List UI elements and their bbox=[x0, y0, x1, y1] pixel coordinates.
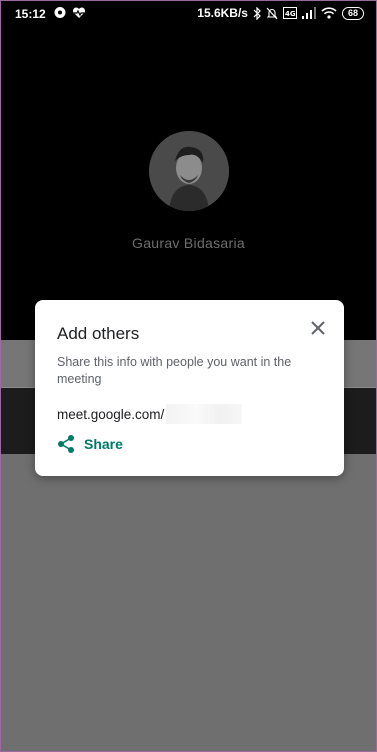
bluetooth-icon bbox=[253, 6, 261, 20]
close-icon[interactable] bbox=[306, 316, 330, 340]
signal-icon bbox=[301, 7, 316, 19]
dialog-description: Share this info with people you want in … bbox=[57, 355, 292, 386]
meeting-link-text: meet.google.com/ bbox=[57, 406, 165, 422]
dimmed-background bbox=[1, 454, 376, 751]
mute-bell-icon bbox=[266, 7, 278, 19]
battery-indicator: 68 bbox=[341, 6, 364, 20]
share-button[interactable]: Share bbox=[57, 434, 123, 454]
wifi-icon bbox=[321, 7, 337, 19]
add-others-dialog: Add others Share this info with people y… bbox=[35, 300, 344, 476]
meeting-link[interactable]: meet.google.com/ bbox=[57, 404, 243, 424]
caller-name: Gaurav Bidasaria bbox=[132, 235, 245, 251]
heart-pulse-icon bbox=[72, 7, 86, 18]
screen: 15:12 15.6KB/s 4G 68 Gaurav Bidasaria Ad… bbox=[0, 0, 377, 752]
share-label: Share bbox=[84, 436, 123, 452]
volte-icon: 4G bbox=[282, 7, 297, 19]
redacted-meeting-code bbox=[166, 404, 243, 424]
status-time: 15:12 bbox=[15, 7, 46, 21]
network-speed: 15.6KB/s bbox=[197, 6, 248, 20]
profile-photo bbox=[149, 131, 229, 211]
share-icon bbox=[58, 435, 74, 453]
avatar bbox=[149, 131, 229, 211]
chat-bubble-icon bbox=[54, 7, 66, 18]
status-bar: 15:12 15.6KB/s 4G 68 bbox=[1, 1, 376, 27]
svg-text:4G: 4G bbox=[285, 10, 296, 18]
call-preview-area: Gaurav Bidasaria bbox=[1, 27, 376, 340]
dialog-title: Add others bbox=[57, 324, 140, 343]
